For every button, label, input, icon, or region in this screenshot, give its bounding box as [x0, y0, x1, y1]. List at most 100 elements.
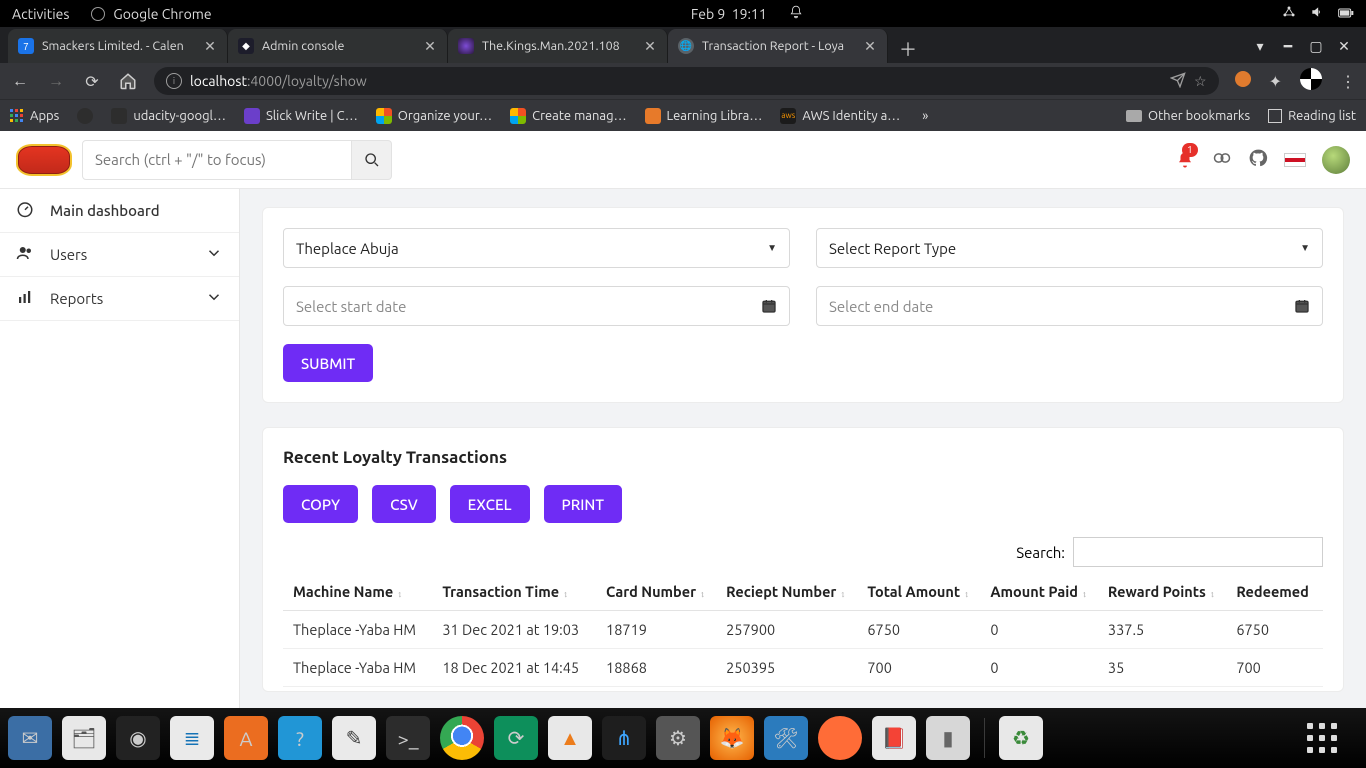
other-bookmarks[interactable]: Other bookmarks — [1126, 109, 1250, 123]
column-header[interactable]: Reward Points↑↓ — [1098, 573, 1226, 611]
bookmark-apps[interactable]: Apps — [10, 109, 59, 123]
sidebar-item-users[interactable]: Users — [0, 233, 239, 277]
dock-vlc[interactable]: ▲ — [548, 716, 592, 760]
dock-texteditor[interactable]: ✎ — [332, 716, 376, 760]
app-viewport: 1 Main dashboard Users Reports — [0, 131, 1366, 708]
dock-postman[interactable] — [818, 716, 862, 760]
sidebar-item-label: Main dashboard — [50, 202, 160, 219]
volume-icon[interactable] — [1310, 5, 1324, 22]
url-path: :4000/loyalty/show — [247, 73, 367, 89]
column-header[interactable]: Reciept Number↑↓ — [716, 573, 857, 611]
dock-app[interactable]: 📕 — [872, 716, 916, 760]
dock-app[interactable]: ⟳ — [494, 716, 538, 760]
tab-2[interactable]: The.Kings.Man.2021.108 ✕ — [448, 29, 668, 63]
globe-icon: 🌐 — [678, 38, 694, 54]
sidebar-item-dashboard[interactable]: Main dashboard — [0, 189, 239, 233]
dock-files[interactable]: 🗂 — [62, 716, 106, 760]
report-type-select[interactable]: Select Report Type ▼ — [816, 228, 1323, 268]
github-icon[interactable] — [1248, 148, 1268, 172]
close-icon[interactable]: ✕ — [423, 39, 437, 53]
send-icon[interactable] — [1170, 72, 1186, 91]
submit-button[interactable]: SUBMIT — [283, 344, 373, 382]
column-header[interactable]: Redeemed — [1226, 573, 1323, 611]
bookmark-item[interactable]: Slick Write | C… — [244, 108, 358, 124]
search-button[interactable] — [352, 140, 392, 180]
bookmarks-overflow[interactable]: » — [922, 109, 928, 123]
bookmark-item[interactable]: Create manag… — [510, 108, 626, 124]
back-button[interactable]: ← — [10, 71, 30, 91]
forward-button[interactable]: → — [46, 71, 66, 91]
new-tab-button[interactable]: ＋ — [894, 35, 922, 63]
show-applications-button[interactable] — [1302, 718, 1342, 758]
extension-icon[interactable] — [1235, 71, 1251, 91]
print-button[interactable]: PRINT — [544, 485, 622, 523]
column-header[interactable]: Machine Name↑↓ — [283, 573, 432, 611]
dock-settings[interactable]: ⚙ — [656, 716, 700, 760]
focused-app[interactable]: Google Chrome — [91, 6, 211, 22]
column-header[interactable]: Transaction Time↑↓ — [432, 573, 596, 611]
theme-toggle-icon[interactable] — [1212, 148, 1232, 172]
dock-vscode[interactable]: ⋔ — [602, 716, 646, 760]
bookmark-item[interactable]: Organize your… — [376, 108, 492, 124]
table-row[interactable]: Theplace -Yaba HM 31 Dec 2021 at 19:03 1… — [283, 611, 1323, 649]
column-header[interactable]: Total Amount↑↓ — [857, 573, 980, 611]
site-info-icon[interactable]: i — [166, 73, 182, 89]
bookmark-item[interactable]: Learning Libra… — [645, 108, 763, 124]
dock-firefox[interactable]: 🦊 — [710, 716, 754, 760]
column-header[interactable]: Amount Paid↑↓ — [980, 573, 1098, 611]
dock-rhythmbox[interactable]: ◉ — [116, 716, 160, 760]
dock-app[interactable]: ✉ — [8, 716, 52, 760]
search-input[interactable] — [82, 140, 352, 180]
profile-icon[interactable] — [1300, 68, 1322, 94]
location-select[interactable]: Theplace Abuja ▼ — [283, 228, 790, 268]
battery-icon[interactable] — [1338, 6, 1354, 22]
kebab-menu-icon[interactable]: ⋮ — [1340, 72, 1356, 91]
home-button[interactable] — [118, 71, 138, 91]
end-date-input[interactable]: Select end date — [816, 286, 1323, 326]
csv-button[interactable]: CSV — [372, 485, 436, 523]
dock-app[interactable]: 🛠 — [764, 716, 808, 760]
bookmark-item[interactable]: awsAWS Identity a… — [780, 108, 900, 124]
bookmark-item[interactable] — [77, 108, 93, 124]
clock-date[interactable]: Feb 9 19:11 — [691, 6, 767, 22]
dock-chrome[interactable] — [440, 716, 484, 760]
table-row[interactable]: Theplace -Yaba HM 18 Dec 2021 at 14:45 1… — [283, 649, 1323, 687]
table-search-input[interactable] — [1073, 537, 1323, 567]
flag-icon[interactable] — [1284, 153, 1306, 167]
dock-help[interactable]: ? — [278, 716, 322, 760]
extensions-icon[interactable]: ✦ — [1269, 72, 1282, 91]
bell-outline-icon[interactable] — [789, 5, 803, 22]
star-icon[interactable]: ☆ — [1194, 73, 1207, 90]
bookmark-item[interactable]: udacity-googl… — [111, 108, 226, 124]
excel-button[interactable]: EXCEL — [450, 485, 530, 523]
maximize-icon[interactable]: ▢ — [1308, 38, 1324, 54]
dock-trash[interactable]: ♻ — [999, 716, 1043, 760]
start-date-input[interactable]: Select start date — [283, 286, 790, 326]
activities-button[interactable]: Activities — [12, 6, 69, 22]
network-icon[interactable] — [1282, 5, 1296, 22]
tab-0[interactable]: 7 Smackers Limited. - Calen ✕ — [8, 29, 228, 63]
column-header[interactable]: Card Number↑↓ — [596, 573, 716, 611]
dock-libreoffice[interactable]: ≣ — [170, 716, 214, 760]
minimize-icon[interactable]: ━ — [1280, 38, 1296, 54]
user-avatar[interactable] — [1322, 146, 1350, 174]
close-icon[interactable]: ✕ — [643, 39, 657, 53]
close-icon[interactable]: ✕ — [203, 39, 217, 53]
brand-logo[interactable] — [16, 144, 72, 176]
dock-terminal[interactable]: >_ — [386, 716, 430, 760]
chevron-down-icon[interactable]: ▾ — [1252, 38, 1268, 54]
dock-software[interactable]: A — [224, 716, 268, 760]
tab-3[interactable]: 🌐 Transaction Report - Loya ✕ — [668, 29, 888, 63]
sidebar-item-reports[interactable]: Reports — [0, 277, 239, 321]
notifications-button[interactable]: 1 — [1174, 149, 1196, 171]
aws-icon: aws — [780, 108, 796, 124]
close-window-icon[interactable]: ✕ — [1336, 38, 1352, 54]
reading-list[interactable]: Reading list — [1268, 109, 1356, 123]
reload-button[interactable]: ⟳ — [82, 71, 102, 91]
dock-app[interactable]: ▮ — [926, 716, 970, 760]
address-bar[interactable]: i localhost:4000/loyalty/show ☆ — [154, 67, 1219, 95]
tab-1[interactable]: ◆ Admin console ✕ — [228, 29, 448, 63]
copy-button[interactable]: COPY — [283, 485, 358, 523]
cell-time: 31 Dec 2021 at 19:03 — [432, 611, 596, 649]
close-icon[interactable]: ✕ — [863, 39, 877, 53]
